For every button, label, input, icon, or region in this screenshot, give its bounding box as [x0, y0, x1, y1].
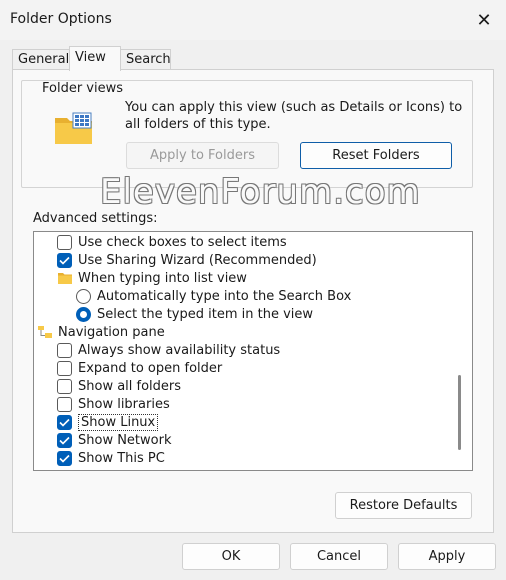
- list-item[interactable]: Show This PC: [57, 449, 165, 467]
- checkbox-unchecked-icon[interactable]: [57, 234, 72, 250]
- checkbox-checked-icon[interactable]: [57, 252, 72, 268]
- folder-icon: [58, 273, 72, 284]
- list-item[interactable]: Use Sharing Wizard (Recommended): [57, 251, 317, 269]
- list-item-label: Select the typed item in the view: [97, 306, 314, 322]
- list-item-label: Use check boxes to select items: [78, 234, 287, 250]
- folder-views-title: Folder views: [38, 81, 128, 96]
- checkbox-checked-icon[interactable]: [57, 450, 72, 466]
- list-item: Navigation pane: [38, 323, 165, 341]
- checkbox-unchecked-icon[interactable]: [57, 342, 72, 358]
- list-item-label: Always show availability status: [78, 342, 281, 358]
- reset-folders-button[interactable]: Reset Folders: [300, 142, 452, 169]
- tab-view-label: View: [75, 50, 106, 65]
- checkbox-checked-icon[interactable]: [57, 432, 72, 448]
- apply-to-folders-button[interactable]: Apply to Folders: [126, 142, 279, 169]
- checkbox-unchecked-icon[interactable]: [57, 396, 72, 412]
- tab-search-label: Search: [126, 52, 171, 67]
- folder-view-icon: [54, 112, 94, 146]
- title-bar: Folder Options ✕: [0, 0, 506, 40]
- list-item-label: Show Linux: [78, 413, 159, 431]
- list-item[interactable]: Expand to open folder: [57, 359, 222, 377]
- close-icon[interactable]: ✕: [472, 8, 496, 32]
- list-item[interactable]: Show Linux: [57, 413, 159, 431]
- advanced-settings-list[interactable]: Use check boxes to select items Use Shar…: [33, 231, 473, 471]
- list-item-label: When typing into list view: [78, 270, 247, 286]
- cancel-button[interactable]: Cancel: [290, 543, 388, 570]
- folder-views-description: You can apply this view (such as Details…: [125, 100, 463, 132]
- ok-button[interactable]: OK: [182, 543, 280, 570]
- list-item[interactable]: Use check boxes to select items: [57, 233, 287, 251]
- list-item[interactable]: Show libraries: [57, 395, 170, 413]
- radio-unselected-icon[interactable]: [76, 288, 91, 304]
- checkbox-checked-icon[interactable]: [57, 414, 72, 430]
- tab-general[interactable]: General: [12, 49, 70, 70]
- list-item[interactable]: Select the typed item in the view: [76, 305, 313, 323]
- list-item-label: Expand to open folder: [78, 360, 223, 376]
- list-item[interactable]: Automatically type into the Search Box: [76, 287, 351, 305]
- tab-view[interactable]: View: [69, 46, 121, 71]
- checkbox-unchecked-icon[interactable]: [57, 378, 72, 394]
- list-item[interactable]: Show Network: [57, 431, 172, 449]
- tree-folder-icon: [38, 326, 52, 338]
- watermark: ElevenForum.com: [100, 172, 421, 212]
- list-item-label: Navigation pane: [58, 324, 165, 340]
- list-item-label: Show This PC: [78, 450, 165, 466]
- restore-defaults-button[interactable]: Restore Defaults: [335, 492, 472, 519]
- checkbox-unchecked-icon[interactable]: [57, 360, 72, 376]
- radio-selected-icon[interactable]: [76, 306, 91, 322]
- advanced-settings-label: Advanced settings:: [33, 211, 158, 226]
- apply-button[interactable]: Apply: [398, 543, 496, 570]
- window-title: Folder Options: [10, 11, 112, 27]
- list-item-label: Use Sharing Wizard (Recommended): [78, 252, 317, 268]
- list-item-label: Show libraries: [78, 396, 170, 412]
- scrollbar-thumb[interactable]: [458, 375, 461, 450]
- tab-search[interactable]: Search: [120, 49, 171, 70]
- list-item-label: Show Network: [78, 432, 172, 448]
- list-item-label: Show all folders: [78, 378, 182, 394]
- list-item: When typing into list view: [58, 269, 247, 287]
- tab-general-label: General: [18, 52, 70, 67]
- list-item[interactable]: Always show availability status: [57, 341, 280, 359]
- list-item[interactable]: Show all folders: [57, 377, 181, 395]
- list-item-label: Automatically type into the Search Box: [97, 288, 352, 304]
